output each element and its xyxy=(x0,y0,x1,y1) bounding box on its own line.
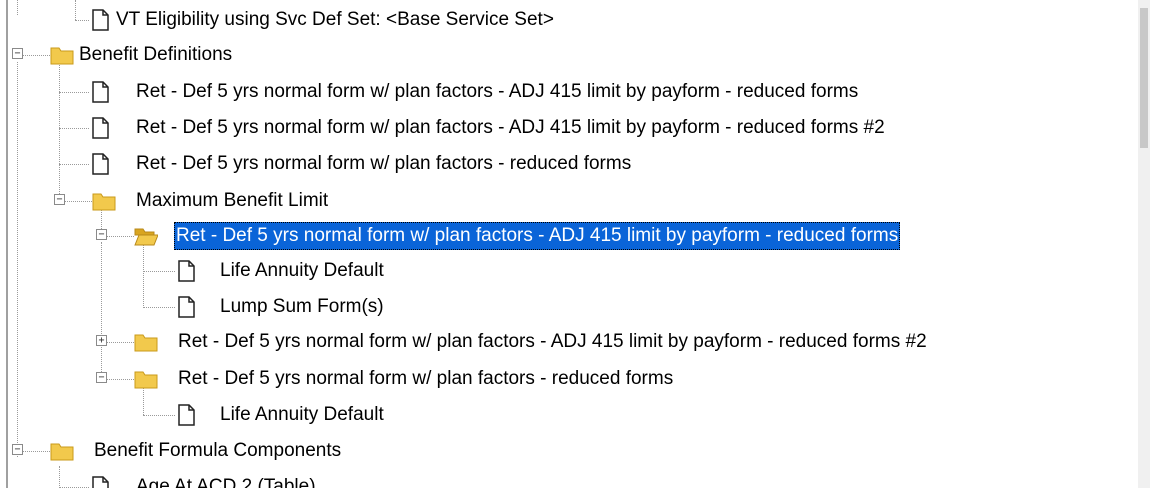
vertical-scrollbar[interactable] xyxy=(1138,0,1150,488)
document-icon xyxy=(178,260,195,282)
tree-connector xyxy=(143,307,175,308)
tree-node[interactable]: VT Eligibility using Svc Def Set: <Base … xyxy=(0,3,1130,37)
tree-node[interactable]: − Benefit Definitions xyxy=(0,38,1130,72)
tree-node-label[interactable]: Benefit Formula Components xyxy=(92,437,343,465)
document-icon xyxy=(178,296,195,318)
tree-connector xyxy=(65,201,92,202)
tree-node[interactable]: Ret - Def 5 yrs normal form w/ plan fact… xyxy=(0,111,1130,145)
folder-icon xyxy=(134,371,158,389)
tree-node[interactable]: − Benefit Formula Components xyxy=(0,434,1130,468)
tree-node-label[interactable]: Ret - Def 5 yrs normal form w/ plan fact… xyxy=(134,150,633,178)
tree-node[interactable]: Lump Sum Form(s) xyxy=(0,290,1130,324)
document-icon xyxy=(92,476,109,488)
tree-connector xyxy=(75,20,89,21)
tree-node-label[interactable]: Lump Sum Form(s) xyxy=(218,293,386,321)
tree-connector xyxy=(59,92,89,93)
tree-connector xyxy=(23,55,50,56)
folder-icon xyxy=(50,443,74,461)
tree-node-label[interactable]: Age At ACD 2 (Table) xyxy=(134,473,318,488)
document-icon xyxy=(178,404,195,426)
tree-node[interactable]: Life Annuity Default xyxy=(0,398,1130,432)
tree-connector xyxy=(143,271,175,272)
tree-connector xyxy=(107,236,134,237)
folder-icon xyxy=(50,47,74,65)
tree-view[interactable]: VT Eligibility using Svc Def Set: <Base … xyxy=(0,0,1150,488)
tree-connector xyxy=(59,164,89,165)
document-icon xyxy=(92,153,109,175)
tree-connector xyxy=(23,451,50,452)
document-icon xyxy=(92,117,109,139)
scrollbar-thumb[interactable] xyxy=(1140,8,1148,148)
tree-node-label[interactable]: Ret - Def 5 yrs normal form w/ plan fact… xyxy=(134,114,887,142)
tree-connector xyxy=(107,342,134,343)
tree-node-label[interactable]: Life Annuity Default xyxy=(218,257,386,285)
expand-toggle[interactable]: + xyxy=(96,335,107,346)
document-icon xyxy=(92,81,109,103)
folder-icon xyxy=(92,193,116,211)
tree-node[interactable]: − Ret - Def 5 yrs normal form w/ plan fa… xyxy=(0,362,1130,396)
tree-node-label[interactable]: Life Annuity Default xyxy=(218,401,386,429)
tree-node[interactable]: Life Annuity Default xyxy=(0,254,1130,288)
tree-node-label[interactable]: Ret - Def 5 yrs normal form w/ plan fact… xyxy=(176,328,929,356)
document-icon xyxy=(92,9,109,31)
tree-node[interactable]: + Ret - Def 5 yrs normal form w/ plan fa… xyxy=(0,325,1130,359)
collapse-toggle[interactable]: − xyxy=(12,48,23,59)
folder-open-icon xyxy=(134,228,158,246)
tree-node-label[interactable]: Maximum Benefit Limit xyxy=(134,187,330,215)
tree-node-label[interactable]: VT Eligibility using Svc Def Set: <Base … xyxy=(114,6,556,34)
collapse-toggle[interactable]: − xyxy=(96,229,107,240)
tree-node[interactable]: Ret - Def 5 yrs normal form w/ plan fact… xyxy=(0,147,1130,181)
tree-node[interactable]: Age At ACD 2 (Table) xyxy=(0,470,1130,488)
tree-node[interactable]: Ret - Def 5 yrs normal form w/ plan fact… xyxy=(0,75,1130,109)
collapse-toggle[interactable]: − xyxy=(54,194,65,205)
tree-node-label[interactable]: Ret - Def 5 yrs normal form w/ plan fact… xyxy=(176,365,675,393)
folder-icon xyxy=(134,334,158,352)
tree-connector xyxy=(107,379,134,380)
tree-node-label[interactable]: Ret - Def 5 yrs normal form w/ plan fact… xyxy=(174,222,901,250)
tree-node-selected[interactable]: − Ret - Def 5 yrs normal form w/ plan fa… xyxy=(0,219,1130,253)
tree-node[interactable]: − Maximum Benefit Limit xyxy=(0,184,1130,218)
tree-node-label[interactable]: Ret - Def 5 yrs normal form w/ plan fact… xyxy=(134,78,860,106)
collapse-toggle[interactable]: − xyxy=(96,372,107,383)
collapse-toggle[interactable]: − xyxy=(12,444,23,455)
tree-connector xyxy=(59,128,89,129)
tree-connector xyxy=(143,415,175,416)
tree-node-label[interactable]: Benefit Definitions xyxy=(77,41,234,69)
